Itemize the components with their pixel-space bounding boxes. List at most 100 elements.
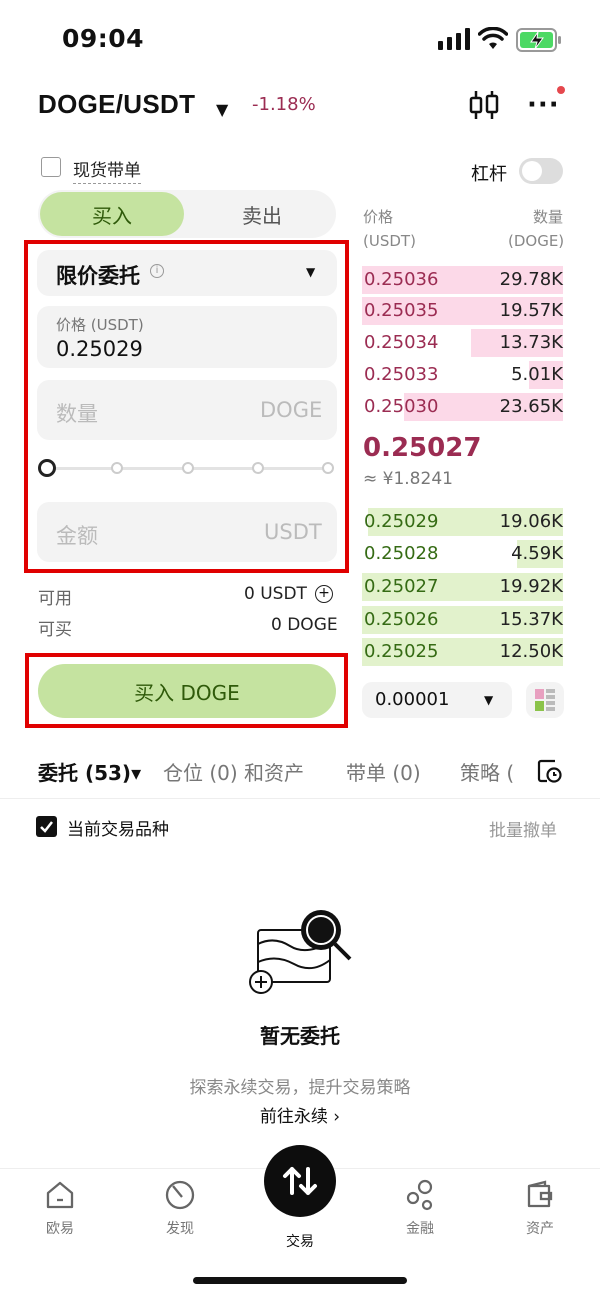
ask-qty: 29.78K (499, 269, 563, 290)
bid-price: 0.25026 (364, 609, 439, 630)
nav-finance-label: 金融 (406, 1221, 434, 1237)
nav-finance[interactable]: 金融 (380, 1178, 460, 1238)
bid-price: 0.25027 (364, 576, 439, 597)
order-type-label: 限价委托 (56, 264, 140, 288)
info-icon[interactable]: i (150, 264, 164, 278)
ask-price: 0.25035 (364, 300, 439, 321)
bid-qty: 15.37K (499, 609, 563, 630)
nav-discover[interactable]: 发现 (140, 1178, 220, 1238)
last-price[interactable]: 0.25027 (363, 433, 481, 463)
orderbook-layout-icon (535, 689, 555, 711)
ask-price: 0.25030 (364, 396, 439, 417)
home-icon (46, 1181, 74, 1209)
tab-copy-orders[interactable]: 带单 (0) (346, 757, 421, 786)
nav-home-label: 欧易 (46, 1221, 74, 1237)
wifi-icon (478, 27, 508, 49)
nav-home[interactable]: 欧易 (20, 1178, 100, 1238)
ask-price: 0.25033 (364, 364, 439, 385)
nav-assets[interactable]: 资产 (500, 1178, 580, 1238)
orderbook-qty-header: 数量 (DOGE) (508, 208, 565, 250)
orderbook-price-header: 价格 (USDT) (363, 208, 416, 250)
quantity-placeholder: 数量 (56, 402, 98, 426)
caret-down-icon[interactable]: ▼ (216, 100, 228, 119)
ask-row[interactable]: 0.25035 19.57K (362, 297, 563, 325)
nav-trade-label: 交易 (286, 1234, 314, 1250)
empty-orders-illustration (249, 910, 352, 994)
current-pair-checkbox[interactable] (36, 816, 57, 837)
ask-row[interactable]: 0.25030 23.65K (362, 393, 563, 421)
bid-row[interactable]: 0.25029 19.06K (362, 508, 563, 536)
caret-down-icon: ▼ (484, 693, 494, 707)
current-pair-label: 当前交易品种 (67, 820, 169, 840)
nav-trade[interactable]: 交易 (260, 1225, 340, 1251)
ask-qty: 5.01K (511, 364, 563, 385)
price-field-value[interactable]: 0.25029 (56, 337, 143, 361)
slider-stop-25[interactable] (111, 462, 123, 474)
last-price-cny: ≈ ¥1.8241 (363, 469, 453, 489)
bid-qty: 19.92K (499, 576, 563, 597)
slider-stop-50[interactable] (182, 462, 194, 474)
leverage-label: 杠杆 (471, 164, 507, 185)
trading-pair-selector[interactable]: DOGE/USDT (38, 89, 195, 120)
buy-submit-button[interactable]: 买入 DOGE (38, 664, 336, 718)
ask-row[interactable]: 0.25034 13.73K (362, 329, 563, 357)
bid-price: 0.25028 (364, 543, 439, 564)
amount-slider-handle[interactable] (38, 459, 56, 477)
price-change-percent: -1.18% (252, 94, 316, 115)
wallet-icon (527, 1180, 553, 1208)
ask-price: 0.25036 (364, 269, 439, 290)
slider-stop-75[interactable] (252, 462, 264, 474)
discover-icon (165, 1180, 195, 1210)
cellular-signal-icon (438, 28, 470, 50)
bid-row[interactable]: 0.25026 15.37K (362, 606, 563, 634)
tab-sell[interactable]: 卖出 (190, 192, 334, 236)
tab-orders[interactable]: 委托 (53)▾ (38, 757, 141, 786)
spot-order-checkbox[interactable] (41, 157, 61, 177)
ask-row[interactable]: 0.25036 29.78K (362, 266, 563, 294)
candlestick-chart-icon[interactable] (468, 88, 500, 122)
price-field-label: 价格 (USDT) (56, 316, 144, 334)
can-buy-value: 0 DOGE (271, 615, 338, 635)
bid-row[interactable]: 0.25025 12.50K (362, 638, 563, 666)
spot-order-label: 现货带单 (73, 156, 141, 184)
finance-icon (406, 1179, 433, 1211)
tab-strategies[interactable]: 策略 ( (460, 757, 514, 786)
ask-row[interactable]: 0.25033 5.01K (362, 361, 563, 389)
can-buy-label: 可买 (38, 620, 72, 640)
status-time: 09:04 (62, 24, 145, 53)
slider-stop-100[interactable] (322, 462, 334, 474)
leverage-toggle[interactable] (519, 158, 563, 184)
ask-price: 0.25034 (364, 332, 439, 353)
bid-qty: 4.59K (511, 543, 563, 564)
go-to-perpetual-link[interactable]: 前往永续 › (0, 1102, 600, 1127)
battery-charging-icon (516, 28, 561, 52)
bid-price: 0.25025 (364, 641, 439, 662)
add-funds-icon[interactable]: + (315, 585, 333, 603)
batch-cancel-button[interactable]: 批量撤单 (489, 816, 557, 841)
amount-placeholder: 金额 (56, 524, 98, 548)
checkmark-icon (40, 821, 53, 833)
toggle-knob (522, 161, 542, 181)
available-value: 0 USDT (244, 584, 307, 604)
tab-buy[interactable]: 买入 (40, 192, 184, 236)
bid-qty: 12.50K (499, 641, 563, 662)
bid-row[interactable]: 0.25027 19.92K (362, 573, 563, 601)
more-options-icon[interactable]: ··· (527, 90, 560, 120)
quantity-unit: DOGE (260, 398, 323, 422)
bid-qty: 19.06K (499, 511, 563, 532)
tab-positions-assets[interactable]: 仓位 (0) 和资产 (163, 757, 304, 786)
orderbook-layout-button[interactable] (526, 682, 564, 718)
ask-qty: 23.65K (499, 396, 563, 417)
amount-unit: USDT (264, 520, 322, 544)
tick-size-value: 0.00001 (375, 689, 450, 710)
order-history-icon[interactable] (536, 757, 562, 783)
notification-dot (557, 86, 565, 94)
nav-assets-label: 资产 (526, 1221, 554, 1237)
available-label: 可用 (38, 589, 72, 609)
home-indicator (193, 1277, 407, 1284)
bid-row[interactable]: 0.25028 4.59K (362, 540, 563, 568)
nav-trade-button[interactable] (264, 1145, 336, 1217)
ask-qty: 19.57K (499, 300, 563, 321)
nav-discover-label: 发现 (166, 1221, 194, 1237)
bid-price: 0.25029 (364, 511, 439, 532)
